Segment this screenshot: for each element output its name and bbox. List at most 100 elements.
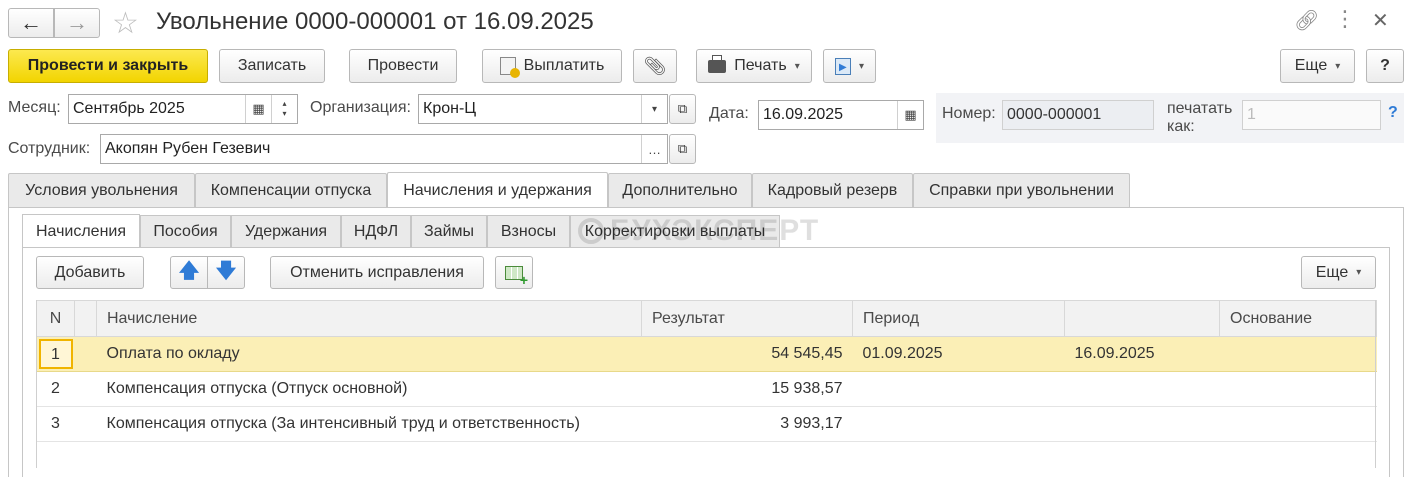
employee-field[interactable]: Акопян Рубен Гезевич … — [100, 134, 668, 164]
subtab-deductions[interactable]: Удержания — [231, 215, 341, 247]
column-header-result[interactable]: Результат — [641, 300, 853, 337]
subtab-accruals[interactable]: Начисления — [22, 214, 140, 248]
save-button[interactable]: Записать — [219, 49, 325, 83]
accrual-cell[interactable]: Оплата по окладу — [96, 336, 642, 372]
row-number-cell[interactable]: 1 — [36, 336, 75, 372]
basis-cell[interactable] — [1219, 336, 1377, 372]
help-button[interactable]: ? — [1366, 49, 1404, 83]
accrual-cell[interactable]: Компенсация отпуска (За интенсивный труд… — [96, 406, 642, 442]
back-button[interactable]: ← — [8, 8, 54, 38]
tab-conditions[interactable]: Условия увольнения — [8, 173, 195, 207]
paperclip-icon: 📎︎ — [643, 55, 667, 76]
pay-button[interactable]: Выплатить — [482, 49, 622, 83]
table-row[interactable]: 3 Компенсация отпуска (За интенсивный тр… — [36, 406, 1377, 442]
tab-vacation-compensation[interactable]: Компенсации отпуска — [195, 173, 387, 207]
printer-icon — [708, 54, 727, 73]
period-end-cell[interactable] — [1064, 371, 1220, 407]
tab-dismissal-certificates[interactable]: Справки при увольнении — [913, 173, 1130, 207]
chevron-down-icon: ▾ — [794, 60, 800, 72]
period-start-cell[interactable]: 01.09.2025 — [852, 336, 1065, 372]
result-cell[interactable]: 3 993,17 — [641, 406, 853, 442]
more-button[interactable]: Еще ▾ — [1280, 49, 1355, 83]
open-employee-button[interactable]: ⧉ — [669, 134, 696, 164]
help-icon[interactable]: ? — [1388, 104, 1398, 122]
chevron-down-icon[interactable]: ▾ — [641, 95, 667, 123]
result-cell[interactable]: 54 545,45 — [641, 336, 853, 372]
number-value: 0000-000001 — [1007, 106, 1102, 123]
open-icon: ⧉ — [677, 141, 688, 156]
subtab-payment-adjustments[interactable]: Корректировки выплаты — [570, 215, 780, 247]
table-more-button[interactable]: Еще ▾ — [1301, 256, 1376, 289]
print-as-label: печатать как: — [1167, 100, 1233, 135]
period-end-cell[interactable] — [1064, 406, 1220, 442]
calendar-icon[interactable]: ▦ — [897, 101, 923, 129]
tab-additional[interactable]: Дополнительно — [608, 173, 752, 207]
column-header-basis[interactable]: Основание — [1219, 300, 1377, 337]
more-vertical-icon[interactable]: ⋮ — [1334, 6, 1356, 32]
number-field[interactable]: 0000-000001 — [1002, 100, 1154, 130]
open-icon: ⧉ — [677, 101, 688, 116]
basis-cell[interactable] — [1219, 406, 1377, 442]
page-title: Увольнение 0000-000001 от 16.09.2025 — [156, 8, 594, 35]
column-header-period-end[interactable] — [1064, 300, 1220, 337]
subtab-loans[interactable]: Займы — [411, 215, 487, 247]
arrow-up-icon: 🡅 — [178, 259, 200, 282]
select-more-icon[interactable]: … — [641, 135, 667, 163]
open-organization-button[interactable]: ⧉ — [669, 94, 696, 124]
table-row[interactable]: 2 Компенсация отпуска (Отпуск основной) … — [36, 371, 1377, 407]
table-right-border — [1375, 300, 1376, 468]
date-value: 16.09.2025 — [763, 106, 844, 123]
month-field[interactable]: Сентябрь 2025 ▦ ▴ ▾ — [68, 94, 298, 124]
period-start-cell[interactable] — [852, 371, 1065, 407]
result-cell[interactable]: 15 938,57 — [641, 371, 853, 407]
row-number[interactable]: 3 — [36, 406, 75, 442]
forward-button[interactable]: → — [54, 8, 100, 38]
organization-field[interactable]: Крон-Ц ▾ — [418, 94, 668, 124]
column-header-n[interactable]: N — [36, 300, 75, 337]
chevron-down-icon: ▾ — [1356, 267, 1362, 278]
table-add-icon: + — [505, 265, 528, 287]
pay-label: Выплатить — [523, 57, 605, 74]
subtab-benefits[interactable]: Пособия — [140, 215, 231, 247]
row-icon-cell — [74, 406, 97, 442]
table-header-row: N Начисление Результат Период Основание — [36, 300, 1377, 337]
arrow-right-icon: → — [66, 10, 88, 35]
subtab-ndfl[interactable]: НДФЛ — [341, 215, 411, 247]
date-field[interactable]: 16.09.2025 ▦ — [758, 100, 924, 130]
print-button[interactable]: Печать ▾ — [696, 49, 812, 83]
column-header-accrual[interactable]: Начисление — [96, 300, 642, 337]
add-table-row-button[interactable]: + — [495, 256, 533, 289]
basis-cell[interactable] — [1219, 371, 1377, 407]
row-icon-cell — [74, 371, 97, 407]
period-start-cell[interactable] — [852, 406, 1065, 442]
subtab-contributions[interactable]: Взносы — [487, 215, 570, 247]
period-end-cell[interactable]: 16.09.2025 — [1064, 336, 1220, 372]
calendar-icon[interactable]: ▦ — [245, 95, 271, 123]
move-down-button[interactable]: 🡇 — [207, 256, 245, 289]
pay-doc-icon — [499, 57, 520, 78]
add-button[interactable]: Добавить — [36, 256, 144, 289]
month-label: Месяц: — [8, 99, 61, 116]
table-row[interactable]: 1 Оплата по окладу 54 545,45 01.09.2025 … — [36, 336, 1377, 372]
move-up-button[interactable]: 🡅 — [170, 256, 208, 289]
star-icon[interactable]: ☆ — [112, 6, 139, 41]
post-and-close-button[interactable]: Провести и закрыть — [8, 49, 208, 83]
post-button[interactable]: Провести — [349, 49, 457, 83]
print-label: Печать — [734, 57, 787, 74]
accrual-cell[interactable]: Компенсация отпуска (Отпуск основной) — [96, 371, 642, 407]
tab-personnel-reserve[interactable]: Кадровый резерв — [752, 173, 913, 207]
row-number[interactable]: 2 — [36, 371, 75, 407]
column-header-period[interactable]: Период — [852, 300, 1065, 337]
link-icon[interactable]: 🔗︎ — [1294, 8, 1319, 33]
number-label: Номер: — [942, 105, 996, 122]
close-icon[interactable]: ✕ — [1372, 8, 1389, 33]
row-icon-cell — [74, 336, 97, 372]
cancel-corrections-button[interactable]: Отменить исправления — [270, 256, 484, 289]
attach-button[interactable]: 📎︎ — [633, 49, 677, 83]
accruals-table: N Начисление Результат Период Основание … — [36, 300, 1377, 442]
create-based-button[interactable]: ▶ ▾ — [823, 49, 876, 83]
month-stepper[interactable]: ▴ ▾ — [271, 95, 297, 123]
organization-label: Организация: — [310, 99, 411, 116]
print-as-field[interactable]: 1 — [1242, 100, 1381, 130]
tab-accruals-deductions[interactable]: Начисления и удержания — [387, 172, 608, 208]
